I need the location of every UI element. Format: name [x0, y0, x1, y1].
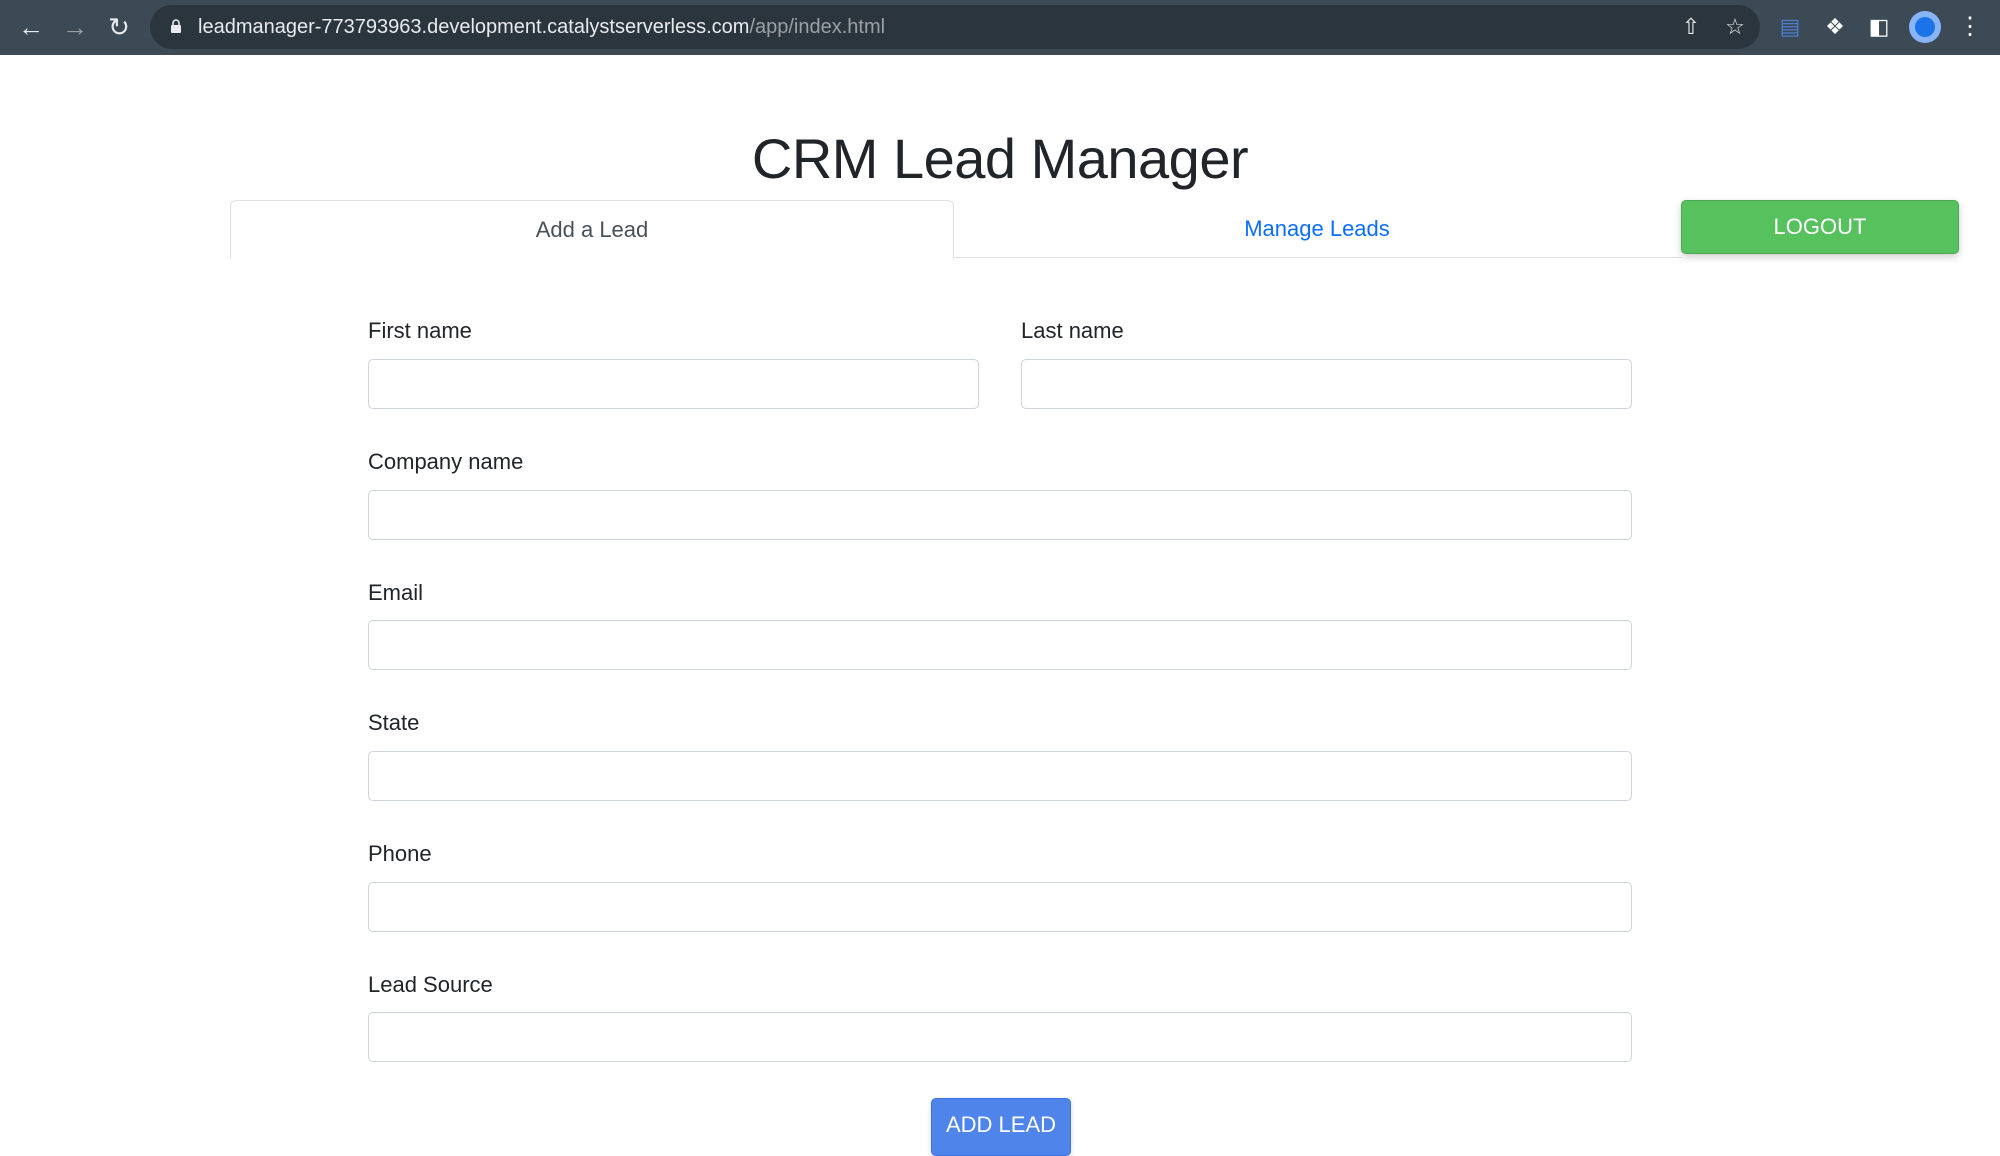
browser-toolbar: ← → ↻ leadmanager-773793963.development.…	[0, 0, 2000, 55]
reload-icon[interactable]: ↻	[102, 10, 136, 44]
lock-icon	[171, 19, 181, 33]
tab-manage-leads[interactable]: Manage Leads	[954, 200, 1680, 257]
last-name-input[interactable]	[1021, 359, 1632, 409]
lead-source-label: Lead Source	[368, 972, 493, 997]
lead-source-input[interactable]	[368, 1012, 1632, 1062]
arrow-left-icon[interactable]: ←	[14, 10, 48, 44]
state-input[interactable]	[368, 751, 1632, 801]
phone-label: Phone	[368, 841, 432, 866]
email-label: Email	[368, 580, 424, 605]
first-name-label: First name	[368, 318, 472, 343]
puzzle-icon[interactable]: ❖	[1819, 11, 1851, 43]
first-name-input[interactable]	[368, 359, 979, 409]
address-bar[interactable]: leadmanager-773793963.development.cataly…	[150, 5, 1760, 49]
arrow-right-icon[interactable]: →	[58, 10, 92, 44]
share-icon[interactable]: ⇧	[1677, 13, 1705, 41]
tab-add-lead[interactable]: Add a Lead	[230, 200, 954, 259]
state-label: State	[368, 710, 420, 735]
side-panel-icon[interactable]: ◧	[1863, 11, 1895, 43]
url-path: /app/index.html	[749, 16, 886, 38]
url-host: leadmanager-773793963.development.cataly…	[198, 16, 750, 38]
logout-button[interactable]: LOGOUT	[1681, 200, 1959, 254]
email-input[interactable]	[368, 620, 1632, 670]
profile-avatar-icon[interactable]	[1909, 11, 1941, 43]
phone-input[interactable]	[368, 882, 1632, 932]
last-name-label: Last name	[1021, 318, 1124, 343]
company-name-label: Company name	[368, 449, 524, 474]
url-text[interactable]: leadmanager-773793963.development.cataly…	[198, 5, 885, 49]
company-name-input[interactable]	[368, 490, 1632, 540]
add-lead-button[interactable]: ADD LEAD	[931, 1098, 1071, 1156]
extension-app-icon[interactable]: ▤	[1774, 11, 1806, 43]
page-title: CRM Lead Manager	[751, 126, 1249, 190]
star-icon[interactable]: ☆	[1721, 13, 1749, 41]
kebab-menu-icon[interactable]: ⋮	[1954, 11, 1986, 43]
